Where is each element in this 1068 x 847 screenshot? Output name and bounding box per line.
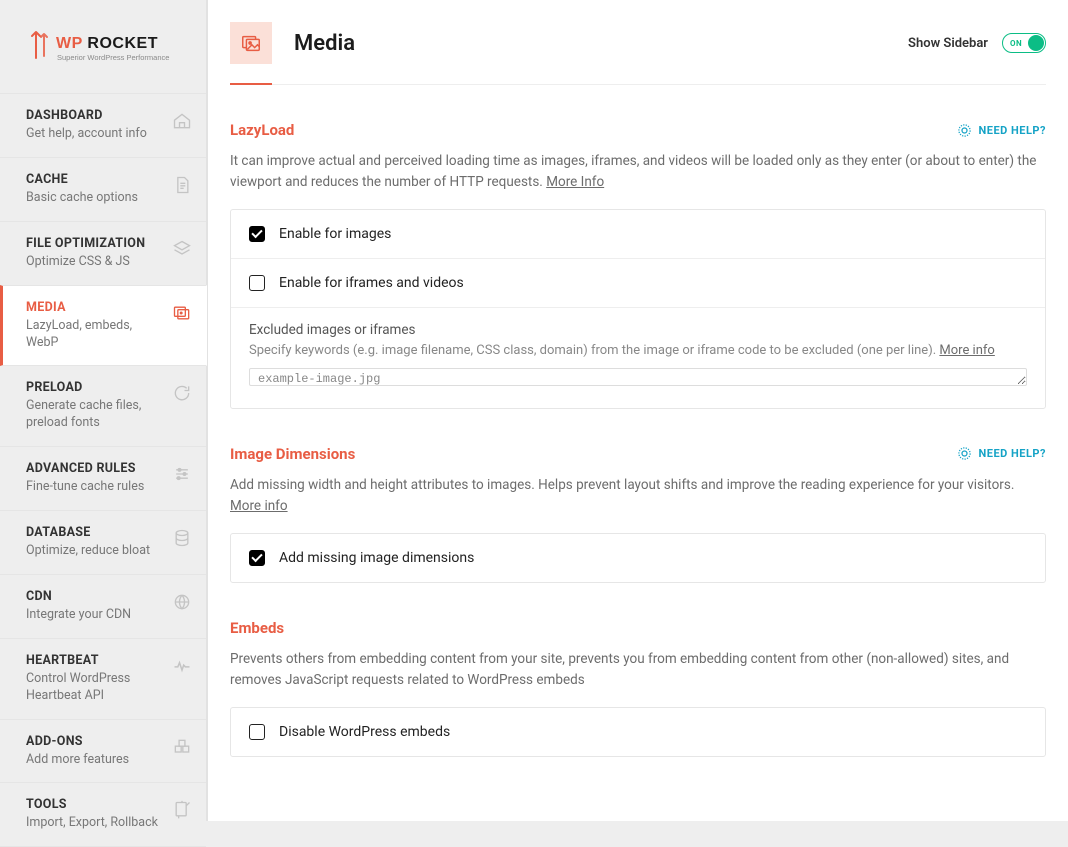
sidebar-item-media[interactable]: MEDIA LazyLoad, embeds, WebP [0, 285, 207, 367]
section-title-embeds: Embeds [230, 619, 284, 637]
nav-item-title: HEARTBEAT [26, 653, 166, 668]
row-enable-iframes: Enable for iframes and videos [231, 258, 1045, 307]
layers-icon [172, 239, 192, 259]
more-info-link[interactable]: More info [230, 498, 288, 514]
sidebar-item-tools[interactable]: TOOLS Import, Export, Rollback [0, 782, 206, 847]
nav-item-title: CACHE [26, 172, 166, 187]
excluded-textarea[interactable] [249, 368, 1027, 386]
page-title: Media [294, 31, 908, 56]
checkbox-enable-iframes[interactable] [249, 275, 265, 291]
refresh-icon [172, 383, 192, 403]
nav-item-title: ADD-ONS [26, 734, 166, 749]
nav-item-title: PRELOAD [26, 380, 166, 395]
svg-text:WP ROCKET: WP ROCKET [56, 35, 158, 52]
media-icon [172, 303, 192, 323]
nav-item-title: DASHBOARD [26, 108, 166, 123]
checkbox-enable-images[interactable] [249, 226, 265, 242]
nav-item-sub: Optimize CSS & JS [26, 254, 166, 271]
nav-item-sub: Import, Export, Rollback [26, 815, 166, 832]
nav-item-sub: Control WordPress Heartbeat API [26, 671, 166, 705]
sidebar-item-cache[interactable]: CACHE Basic cache options [0, 157, 206, 222]
database-icon [172, 528, 192, 548]
nav-item-sub: Basic cache options [26, 190, 166, 207]
row-enable-images: Enable for images [231, 210, 1045, 258]
tools-icon [172, 800, 192, 820]
row-disable-embeds: Disable WordPress embeds [231, 708, 1045, 756]
section-title-lazyload: LazyLoad [230, 121, 294, 139]
row-excluded: Excluded images or iframes Specify keywo… [231, 307, 1045, 408]
show-sidebar-control: Show Sidebar ON [908, 33, 1046, 53]
more-info-link[interactable]: More Info [546, 174, 604, 190]
section-desc: Add missing width and height attributes … [230, 475, 1046, 517]
section-embeds: Embeds Prevents others from embedding co… [230, 619, 1046, 757]
need-help-link[interactable]: NEED HELP? [957, 446, 1047, 461]
checkbox-add-dimensions[interactable] [249, 550, 265, 566]
sliders-icon [172, 464, 192, 484]
sidebar-item-preload[interactable]: PRELOAD Generate cache files, preload fon… [0, 365, 206, 447]
nav-item-title: FILE OPTIMIZATION [26, 236, 166, 251]
need-help-link[interactable]: NEED HELP? [957, 123, 1047, 138]
sidebar-item-file-optimization[interactable]: FILE OPTIMIZATION Optimize CSS & JS [0, 221, 206, 286]
nav-item-sub: Fine-tune cache rules [26, 479, 166, 496]
nav-item-title: CDN [26, 589, 166, 604]
sidebar: WP ROCKET Superior WordPress Performance… [0, 0, 207, 821]
nav-item-sub: Integrate your CDN [26, 607, 166, 624]
sidebar-item-dashboard[interactable]: DASHBOARD Get help, account info [0, 93, 206, 158]
section-image-dimensions: Image Dimensions NEED HELP? Add missing … [230, 445, 1046, 583]
main-content: Media Show Sidebar ON LazyLoad NEED HELP… [207, 0, 1068, 821]
nav-item-sub: LazyLoad, embeds, WebP [26, 318, 166, 352]
page-header: Media Show Sidebar ON [230, 22, 1046, 85]
sidebar-item-cdn[interactable]: CDN Integrate your CDN [0, 574, 206, 639]
nav-item-title: TOOLS [26, 797, 166, 812]
brand-logo: WP ROCKET Superior WordPress Performance [0, 0, 206, 94]
nav-item-sub: Generate cache files, preload fonts [26, 398, 166, 432]
section-desc: Prevents others from embedding content f… [230, 649, 1046, 691]
home-icon [172, 111, 192, 131]
section-lazyload: LazyLoad NEED HELP? It can improve actua… [230, 121, 1046, 409]
checkbox-disable-embeds[interactable] [249, 724, 265, 740]
file-icon [172, 175, 192, 195]
nav-item-sub: Get help, account info [26, 126, 166, 143]
heartbeat-icon [172, 656, 192, 676]
globe-icon [172, 592, 192, 612]
nav-item-title: ADVANCED RULES [26, 461, 166, 476]
show-sidebar-label: Show Sidebar [908, 36, 988, 51]
svg-text:Superior WordPress Performance: Superior WordPress Performance [57, 53, 169, 62]
nav-item-title: MEDIA [26, 300, 166, 315]
media-icon [230, 22, 272, 64]
addons-icon [172, 737, 192, 757]
sidebar-item-database[interactable]: DATABASE Optimize, reduce bloat [0, 510, 206, 575]
sidebar-nav: DASHBOARD Get help, account info CACHE Basi… [0, 94, 206, 847]
nav-item-title: DATABASE [26, 525, 166, 540]
sidebar-item-add-ons[interactable]: ADD-ONS Add more features [0, 719, 206, 784]
section-desc: It can improve actual and perceived load… [230, 151, 1046, 193]
section-title-dimensions: Image Dimensions [230, 445, 355, 463]
sidebar-item-heartbeat[interactable]: HEARTBEAT Control WordPress Heartbeat API [0, 638, 206, 720]
more-info-link[interactable]: More info [939, 343, 994, 358]
nav-item-sub: Add more features [26, 752, 166, 769]
nav-item-sub: Optimize, reduce bloat [26, 543, 166, 560]
toggle-knob [1028, 35, 1044, 51]
row-add-dimensions: Add missing image dimensions [231, 534, 1045, 582]
show-sidebar-toggle[interactable]: ON [1002, 33, 1046, 53]
sidebar-item-advanced-rules[interactable]: ADVANCED RULES Fine-tune cache rules [0, 446, 206, 511]
